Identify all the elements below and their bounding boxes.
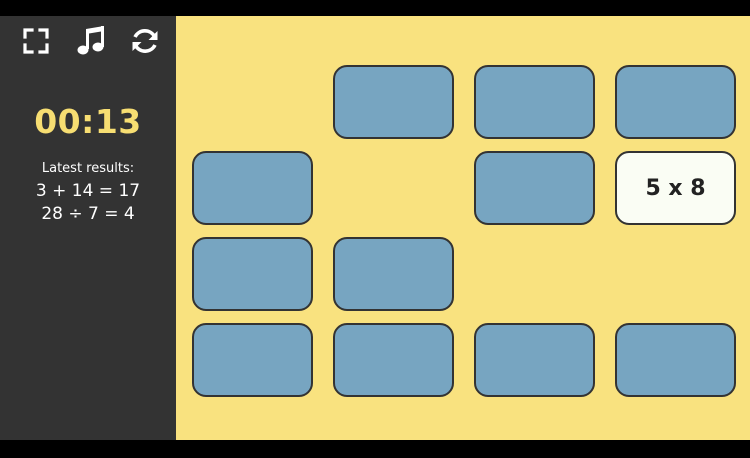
timer: 00:13 (34, 102, 142, 141)
result-line: 3 + 14 = 17 (35, 181, 141, 201)
card-facedown[interactable] (615, 323, 736, 397)
card-facedown[interactable] (474, 323, 595, 397)
card-revealed[interactable]: 5 x 8 (615, 151, 736, 225)
card-facedown[interactable] (333, 323, 454, 397)
card-facedown[interactable] (192, 237, 313, 311)
fullscreen-icon (23, 28, 49, 54)
card-board: 5 x 8 (176, 16, 750, 440)
game-window: 00:13 Latest results: 3 + 14 = 17 28 ÷ 7… (0, 16, 750, 440)
card-facedown[interactable] (192, 323, 313, 397)
restart-icon (132, 29, 158, 53)
fullscreen-button[interactable] (18, 24, 54, 58)
sidebar: 00:13 Latest results: 3 + 14 = 17 28 ÷ 7… (0, 16, 176, 440)
card-expression: 5 x 8 (645, 175, 706, 201)
music-button[interactable] (73, 24, 109, 58)
latest-results: Latest results: 3 + 14 = 17 28 ÷ 7 = 4 (0, 161, 176, 226)
results-title: Latest results: (41, 161, 135, 176)
result-line: 28 ÷ 7 = 4 (41, 204, 135, 224)
restart-button[interactable] (127, 24, 163, 58)
card-facedown[interactable] (615, 65, 736, 139)
card-facedown[interactable] (192, 151, 313, 225)
card-facedown[interactable] (474, 65, 595, 139)
card-facedown[interactable] (333, 65, 454, 139)
toolbar (18, 24, 163, 58)
music-note-icon (77, 26, 104, 55)
card-facedown[interactable] (333, 237, 454, 311)
card-facedown[interactable] (474, 151, 595, 225)
